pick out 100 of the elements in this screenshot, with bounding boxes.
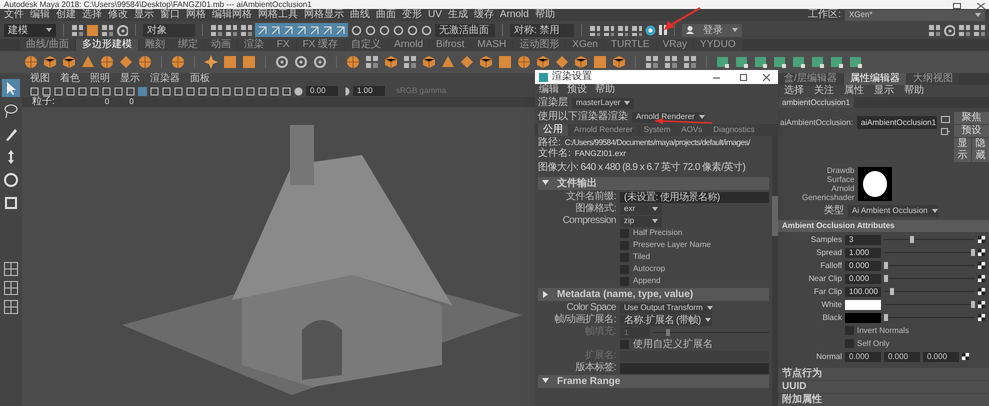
menu-item[interactable]: UV <box>428 9 442 21</box>
value-field[interactable]: 1.000 <box>845 248 881 258</box>
live-surface-field[interactable]: 无激活曲面 <box>435 24 495 36</box>
dropdown[interactable]: exr <box>620 204 662 214</box>
menu-item[interactable]: 帮助 <box>904 85 924 97</box>
node-name-field[interactable]: aiAmbientOcclusion1 <box>856 116 937 129</box>
checkbox[interactable] <box>620 240 629 250</box>
layout-icon[interactable] <box>4 300 18 314</box>
slider-track[interactable] <box>884 275 975 282</box>
maximize-icon[interactable] <box>740 74 747 80</box>
shelf-tab[interactable]: 曲线/曲面 <box>20 39 75 51</box>
slider-thumb[interactable] <box>890 288 894 295</box>
menu-item[interactable]: 变形 <box>402 9 422 21</box>
menu-item[interactable]: Arnold <box>500 9 529 21</box>
slider-thumb[interactable] <box>971 249 975 256</box>
menu-item[interactable]: 显示 <box>874 85 894 97</box>
menu-item[interactable]: 网格显示 <box>304 9 344 21</box>
color-swatch[interactable] <box>845 312 881 322</box>
dropdown[interactable]: 名称.扩展名 (带帧) <box>620 314 712 326</box>
grid-icon[interactable] <box>101 24 113 36</box>
slider-thumb[interactable] <box>884 314 888 321</box>
menu-item[interactable]: 显示 <box>120 73 140 85</box>
slider-thumb[interactable] <box>971 301 975 308</box>
scale-tool-button[interactable] <box>2 194 20 212</box>
grid-icon[interactable] <box>664 55 678 69</box>
shelf-tab[interactable]: XGen <box>566 39 604 51</box>
checker-map-icon[interactable] <box>978 288 985 295</box>
square-icon[interactable] <box>593 55 607 69</box>
snap-icon[interactable] <box>257 24 268 36</box>
shelf-tab[interactable]: Arnold <box>388 39 430 51</box>
value-field[interactable]: 3 <box>845 234 881 244</box>
grid-icon[interactable] <box>210 24 222 36</box>
renderer-dropdown[interactable]: Arnold Renderer <box>632 112 704 122</box>
checkbox[interactable] <box>620 340 629 348</box>
gear-icon[interactable] <box>313 55 327 69</box>
text-field[interactable] <box>620 350 769 362</box>
collapsed-section[interactable]: UUID <box>778 381 989 393</box>
menu-item[interactable]: 曲面 <box>376 9 396 21</box>
grid-icon[interactable] <box>365 55 379 69</box>
exposure-icon[interactable] <box>294 86 303 96</box>
select-tool-button[interactable] <box>2 79 20 97</box>
menu-item[interactable]: 显示 <box>134 9 154 21</box>
snap-icon[interactable] <box>335 24 346 36</box>
ring-icon[interactable] <box>421 24 432 36</box>
scrollbar-thumb[interactable] <box>772 196 778 236</box>
grid-icon[interactable] <box>973 24 985 36</box>
layout-icon[interactable] <box>4 262 18 276</box>
gamma-field[interactable]: 1.00 <box>353 86 385 96</box>
render-icon[interactable] <box>645 24 656 36</box>
menu-item[interactable]: 编辑 <box>539 84 559 96</box>
shelf-tab[interactable]: 多边形建模 <box>76 39 138 51</box>
snap-icon[interactable] <box>270 24 281 36</box>
snap-icon[interactable] <box>322 24 333 36</box>
text-field[interactable] <box>620 362 769 374</box>
checker-map-icon[interactable] <box>962 353 969 360</box>
menu-item[interactable]: 视图 <box>30 73 50 85</box>
grid-icon[interactable] <box>225 24 237 36</box>
snap-icon[interactable] <box>283 24 294 36</box>
slider-track[interactable] <box>884 301 975 308</box>
close-icon[interactable] <box>763 74 770 80</box>
menu-item[interactable]: 修改 <box>108 9 128 21</box>
checkbox[interactable] <box>620 252 629 262</box>
sphere-icon[interactable] <box>100 55 114 69</box>
menu-item[interactable]: 属性 <box>844 85 864 97</box>
cube-icon[interactable] <box>422 55 436 69</box>
dropdown[interactable]: zip <box>620 216 662 226</box>
ring-icon[interactable] <box>379 24 390 36</box>
collapsed-section[interactable]: 附加属性 <box>778 394 989 406</box>
checker-map-icon[interactable] <box>978 249 985 256</box>
collapsed-section[interactable]: 节点行为 <box>778 368 989 380</box>
shelf-tab[interactable]: 运动图形 <box>513 39 566 51</box>
checker-map-icon[interactable] <box>978 314 985 321</box>
menu-item[interactable]: 窗口 <box>160 9 180 21</box>
cube-icon[interactable] <box>574 55 588 69</box>
gear-icon[interactable] <box>943 24 955 36</box>
editor-button[interactable]: 隐藏 <box>972 138 989 162</box>
maximize-icon[interactable] <box>953 3 961 9</box>
symmetry-field[interactable]: 对称: 禁用 <box>510 24 574 36</box>
menu-item[interactable]: 生成 <box>448 9 468 21</box>
menu-item[interactable]: 编辑 <box>30 9 50 21</box>
render-layer-dropdown[interactable]: masterLayer <box>572 98 634 108</box>
menu-item[interactable]: 帮助 <box>595 84 615 96</box>
node-tab[interactable]: ambientOcclusion1 <box>778 97 854 108</box>
shelf-tab[interactable]: Bifrost <box>430 39 470 51</box>
star-icon[interactable] <box>204 55 218 69</box>
slider-track[interactable] <box>884 314 975 321</box>
cube-icon[interactable] <box>479 55 493 69</box>
shelf-tab[interactable]: 雕刻 <box>138 39 171 51</box>
slider-thumb[interactable] <box>884 262 888 269</box>
snap-icon[interactable] <box>309 24 320 36</box>
slider-track[interactable] <box>884 236 975 243</box>
grid-icon[interactable] <box>71 24 83 36</box>
editor-button[interactable]: 显示 <box>954 138 971 162</box>
menu-item[interactable]: 面板 <box>190 73 210 85</box>
sphere-icon[interactable] <box>346 55 360 69</box>
diamond-icon[interactable] <box>119 55 133 69</box>
menu-item[interactable]: 渲染器 <box>150 73 180 85</box>
cone-icon[interactable] <box>441 55 455 69</box>
slider-track[interactable] <box>654 328 769 336</box>
settings-tab[interactable]: 公用 <box>538 124 568 136</box>
